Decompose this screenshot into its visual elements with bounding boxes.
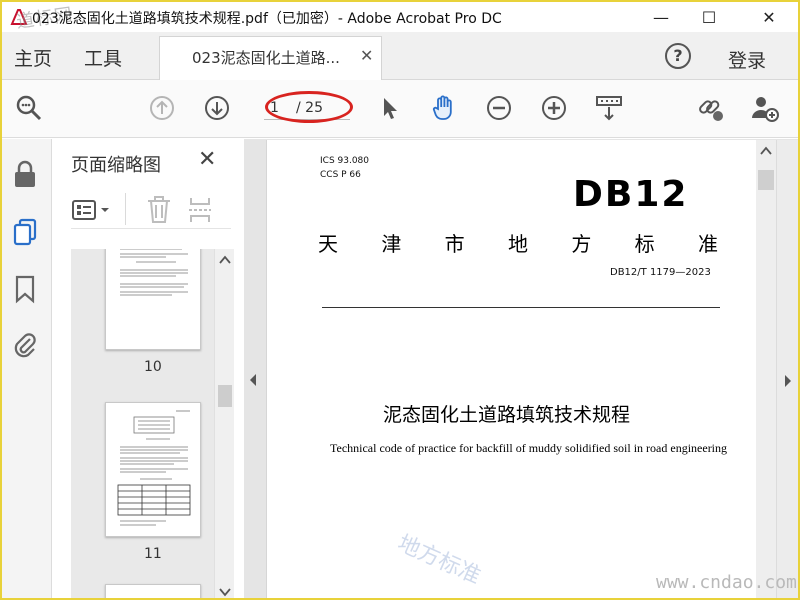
document-number: DB12/T 1179—2023: [610, 267, 711, 278]
attachment-icon[interactable]: [10, 329, 40, 359]
document-tab-label: 023泥态固化土道路...: [192, 49, 340, 67]
scrollbar-thumb[interactable]: [218, 385, 232, 407]
region-char: 市: [444, 232, 465, 256]
document-title-cn: 泥态固化土道路填筑技术规程: [383, 404, 631, 426]
maximize-button[interactable]: ☐: [686, 2, 732, 32]
region-char: 天: [318, 232, 338, 256]
panel-toolbar-divider: [125, 193, 126, 225]
page-up-icon[interactable]: [147, 93, 177, 123]
scroll-down-arrow-icon[interactable]: [219, 587, 231, 597]
title-bar: 道标网 023泥态固化土道路填筑技术规程.pdf（已加密）- Adobe Acr…: [2, 2, 798, 33]
window-title: 023泥态固化土道路填筑技术规程.pdf（已加密）- Adobe Acrobat…: [32, 11, 502, 27]
region-char: 方: [571, 232, 592, 256]
expand-right-arrow-icon[interactable]: [783, 374, 793, 388]
zoom-out-icon[interactable]: [484, 93, 514, 123]
zoom-in-icon[interactable]: [539, 93, 569, 123]
select-arrow-icon[interactable]: [374, 93, 404, 123]
region-standard-title: 天 津 市 地 方 标 准: [318, 228, 718, 257]
page-divider: [322, 307, 720, 308]
window-frame: 道标网 023泥态固化土道路填筑技术规程.pdf（已加密）- Adobe Acr…: [0, 0, 800, 600]
add-user-icon[interactable]: [749, 93, 779, 123]
scroll-mode-icon[interactable]: [594, 93, 624, 123]
left-nav-rail: [2, 139, 52, 598]
scroll-up-arrow-icon[interactable]: [219, 255, 231, 265]
thumbnail-page-11[interactable]: [105, 402, 201, 537]
lock-icon[interactable]: [10, 159, 40, 189]
toolbar: 1 / 25: [2, 80, 798, 138]
db-logo: DB12: [573, 174, 689, 215]
document-tab[interactable]: 023泥态固化土道路... ✕: [159, 36, 382, 80]
options-icon[interactable]: [71, 197, 113, 223]
thumbnails-panel: 页面缩略图 ✕ 10 11: [53, 139, 243, 598]
thumbnail-scrollbar[interactable]: [214, 249, 234, 598]
menu-bar: 主页 工具 023泥态固化土道路... ✕ ? 登录: [2, 32, 798, 80]
thumbnail-list: 10 11: [71, 249, 214, 598]
collapse-left-arrow-icon[interactable]: [248, 373, 258, 387]
login-button[interactable]: 登录: [728, 46, 766, 73]
search-zoom-icon[interactable]: [14, 93, 44, 123]
right-panel-toggle[interactable]: [776, 140, 798, 598]
region-char: 地: [507, 232, 528, 256]
doc-scrollbar-thumb[interactable]: [758, 170, 774, 190]
panel-title: 页面缩略图: [71, 155, 161, 176]
thumbnail-page-10[interactable]: [105, 249, 201, 350]
bookmark-icon[interactable]: [10, 274, 40, 304]
region-char: 准: [697, 232, 718, 256]
document-title-en: Technical code of practice for backfill …: [330, 441, 728, 455]
help-icon[interactable]: ?: [665, 43, 691, 69]
menu-tools[interactable]: 工具: [84, 44, 122, 71]
thumbnail-label: 10: [144, 359, 162, 375]
close-window-button[interactable]: ✕: [746, 2, 792, 32]
tab-close-icon[interactable]: ✕: [360, 46, 373, 65]
hand-icon[interactable]: [429, 93, 459, 123]
pages-icon[interactable]: [10, 217, 40, 247]
thumbnail-label: 11: [144, 546, 162, 562]
ccs-code: CCS P 66: [320, 170, 361, 180]
region-char: 津: [381, 232, 402, 256]
site-watermark: www.cndao.com: [656, 572, 797, 593]
page-down-icon[interactable]: [202, 93, 232, 123]
annotation-ellipse: [265, 91, 353, 123]
delete-icon[interactable]: [145, 195, 173, 225]
panel-close-icon[interactable]: ✕: [198, 147, 216, 172]
menu-home[interactable]: 主页: [14, 44, 52, 71]
share-link-icon[interactable]: [695, 93, 725, 123]
minimize-button[interactable]: —: [638, 2, 684, 32]
doc-scroll-up-icon[interactable]: [760, 146, 772, 156]
thumbnail-page-12[interactable]: [105, 584, 201, 598]
panel-toolbar: [71, 191, 231, 229]
extract-icon[interactable]: [187, 195, 213, 225]
region-char: 标: [634, 232, 655, 256]
document-scrollbar[interactable]: [756, 140, 776, 598]
ics-code: ICS 93.080: [320, 156, 370, 166]
